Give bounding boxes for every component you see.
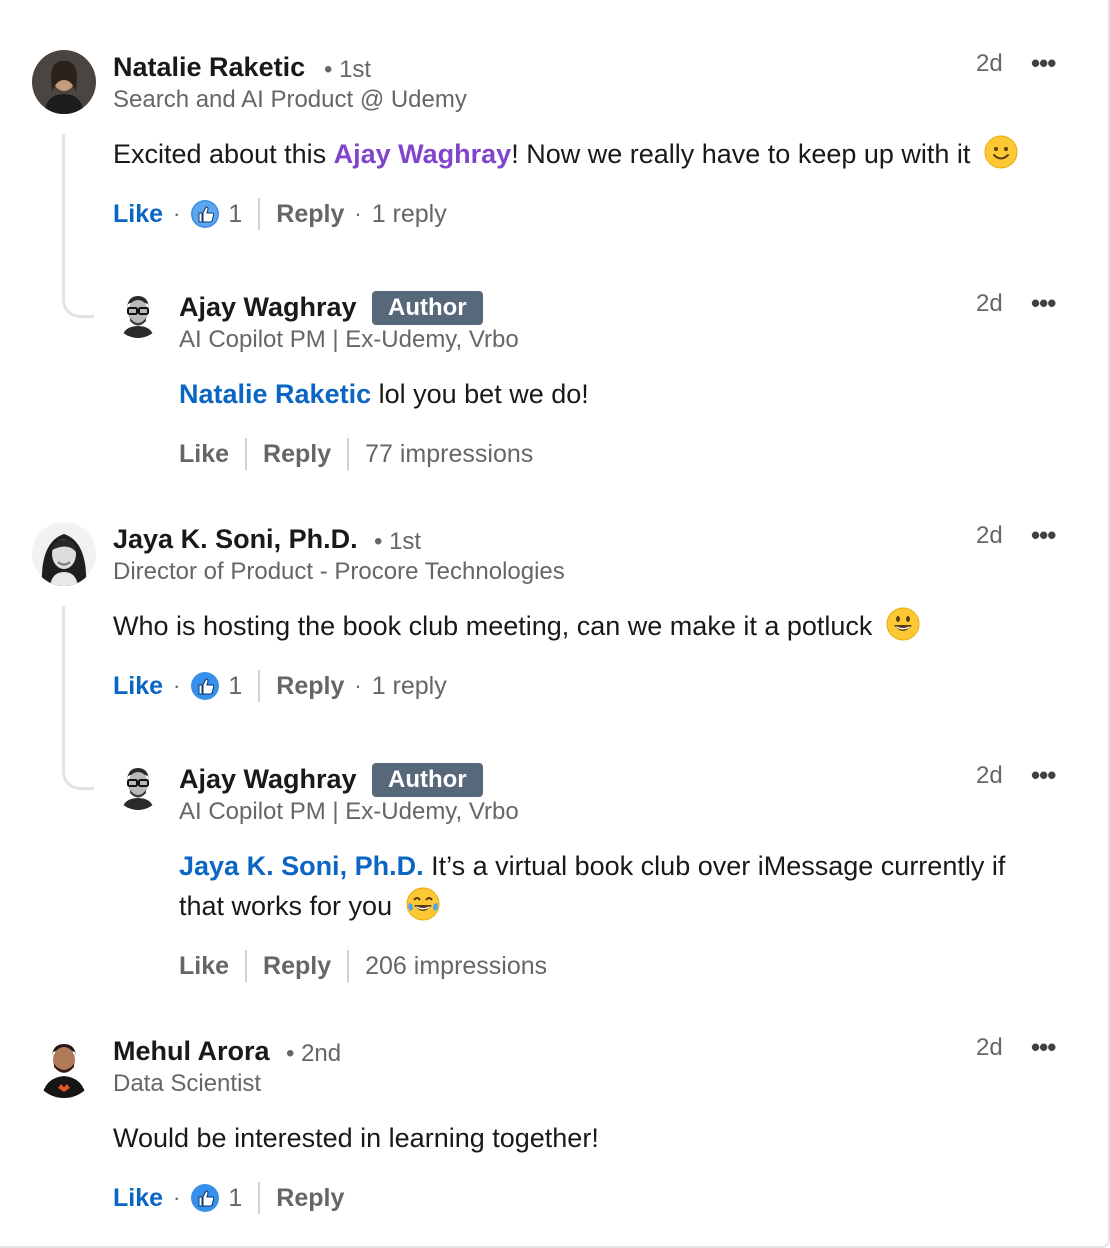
action-divider xyxy=(245,950,248,982)
separator-dot: · xyxy=(173,1185,181,1210)
thumbs-up-reaction-icon[interactable] xyxy=(190,671,220,701)
comment-actions: Like · 1 Reply xyxy=(113,1180,344,1216)
comment-text-part: Excited about this xyxy=(113,139,334,169)
like-count[interactable]: 1 xyxy=(228,672,242,701)
like-button[interactable]: Like xyxy=(113,672,163,701)
more-options-icon[interactable]: ••• xyxy=(1031,1032,1056,1063)
grinning-face-emoji xyxy=(886,607,920,652)
author-badge: Author xyxy=(372,763,483,797)
action-divider xyxy=(347,438,350,470)
separator-dot: · xyxy=(173,673,181,698)
reply-count-link[interactable]: 1 reply xyxy=(372,200,447,229)
avatar-jaya-soni[interactable] xyxy=(32,522,96,586)
like-button[interactable]: Like xyxy=(113,200,163,229)
like-button[interactable]: Like xyxy=(179,440,229,469)
like-count[interactable]: 1 xyxy=(228,1184,242,1213)
action-divider xyxy=(245,438,248,470)
slightly-smiling-face-emoji xyxy=(984,135,1018,180)
comment-text-part: Would be interested in learning together… xyxy=(113,1123,599,1153)
comment-text-part: ! Now we really have to keep up with it xyxy=(511,139,971,169)
thread-connector-line xyxy=(62,134,94,318)
commenter-headline: Search and AI Product @ Udemy xyxy=(113,86,467,113)
comment-text-part: that works for you xyxy=(179,891,393,921)
action-divider xyxy=(347,950,350,982)
comment-text: Would be interested in learning together… xyxy=(113,1118,599,1158)
separator-dot: · xyxy=(354,673,362,698)
more-options-icon[interactable]: ••• xyxy=(1031,520,1056,551)
commenter-name[interactable]: Ajay Waghray xyxy=(179,292,357,323)
comment-actions: Like Reply 77 impressions xyxy=(179,436,533,472)
comment-text-line: Jaya K. Soni, Ph.D. It’s a virtual book … xyxy=(179,846,1079,886)
comment-text-part: Who is hosting the book club meeting, ca… xyxy=(113,611,873,641)
reply-count-link[interactable]: 1 reply xyxy=(372,672,447,701)
thumbs-up-reaction-icon[interactable] xyxy=(190,199,220,229)
connection-degree: • 2nd xyxy=(286,1040,342,1067)
face-with-tears-of-joy-emoji xyxy=(406,887,440,932)
comment-timestamp: 2d xyxy=(976,50,1003,77)
action-divider xyxy=(258,1182,261,1214)
comment-timestamp: 2d xyxy=(976,290,1003,317)
more-options-icon[interactable]: ••• xyxy=(1031,760,1056,791)
reply-button[interactable]: Reply xyxy=(276,200,344,229)
comment-text-part: It’s a virtual book club over iMessage c… xyxy=(423,851,1006,881)
commenter-name[interactable]: Ajay Waghray xyxy=(179,764,357,795)
commenter-name[interactable]: Natalie Raketic xyxy=(113,52,305,83)
comment-timestamp: 2d xyxy=(976,522,1003,549)
like-button[interactable]: Like xyxy=(113,1184,163,1213)
reply-button[interactable]: Reply xyxy=(263,952,331,981)
reply-button[interactable]: Reply xyxy=(263,440,331,469)
more-options-icon[interactable]: ••• xyxy=(1031,288,1056,319)
comment-actions: Like Reply 206 impressions xyxy=(179,948,547,984)
action-divider xyxy=(258,198,261,230)
comment-text-part: lol you bet we do! xyxy=(371,379,589,409)
separator-dot: · xyxy=(354,201,362,226)
reply-button[interactable]: Reply xyxy=(276,672,344,701)
commenter-headline: AI Copilot PM | Ex-Udemy, Vrbo xyxy=(179,326,519,353)
impressions-count[interactable]: 77 impressions xyxy=(365,440,533,469)
comment-text: Excited about this Ajay Waghray! Now we … xyxy=(113,134,1018,180)
comment-timestamp: 2d xyxy=(976,1034,1003,1061)
comment-actions: Like · 1 Reply · 1 reply xyxy=(113,668,447,704)
thumbs-up-reaction-icon[interactable] xyxy=(190,1183,220,1213)
avatar-natalie-raketic[interactable] xyxy=(32,50,96,114)
comment-timestamp: 2d xyxy=(976,762,1003,789)
thread-connector-line xyxy=(62,606,94,790)
like-button[interactable]: Like xyxy=(179,952,229,981)
more-options-icon[interactable]: ••• xyxy=(1031,48,1056,79)
comment-text: Natalie Raketic lol you bet we do! xyxy=(179,374,589,414)
separator-dot: · xyxy=(173,201,181,226)
like-count[interactable]: 1 xyxy=(228,200,242,229)
avatar-mehul-arora[interactable] xyxy=(32,1034,96,1098)
avatar-ajay-waghray[interactable] xyxy=(114,762,162,810)
commenter-headline: AI Copilot PM | Ex-Udemy, Vrbo xyxy=(179,798,519,825)
mention-link[interactable]: Jaya K. Soni, Ph.D. xyxy=(179,851,424,881)
comment-text: Who is hosting the book club meeting, ca… xyxy=(113,606,920,652)
connection-degree: • 1st xyxy=(374,528,422,555)
comment-text: Jaya K. Soni, Ph.D. It’s a virtual book … xyxy=(179,846,1079,932)
mention-link[interactable]: Natalie Raketic xyxy=(179,379,371,409)
comment-text-line: that works for you xyxy=(179,886,1079,932)
commenter-name[interactable]: Jaya K. Soni, Ph.D. xyxy=(113,524,358,555)
connection-degree: • 1st xyxy=(324,56,372,83)
impressions-count[interactable]: 206 impressions xyxy=(365,952,547,981)
commenter-headline: Director of Product - Procore Technologi… xyxy=(113,558,565,585)
author-badge: Author xyxy=(372,291,483,325)
comment-actions: Like · 1 Reply · 1 reply xyxy=(113,196,447,232)
avatar-ajay-waghray[interactable] xyxy=(114,290,162,338)
commenter-headline: Data Scientist xyxy=(113,1070,262,1097)
reply-button[interactable]: Reply xyxy=(276,1184,344,1213)
mention-link[interactable]: Ajay Waghray xyxy=(334,139,512,169)
action-divider xyxy=(258,670,261,702)
commenter-name[interactable]: Mehul Arora xyxy=(113,1036,270,1067)
